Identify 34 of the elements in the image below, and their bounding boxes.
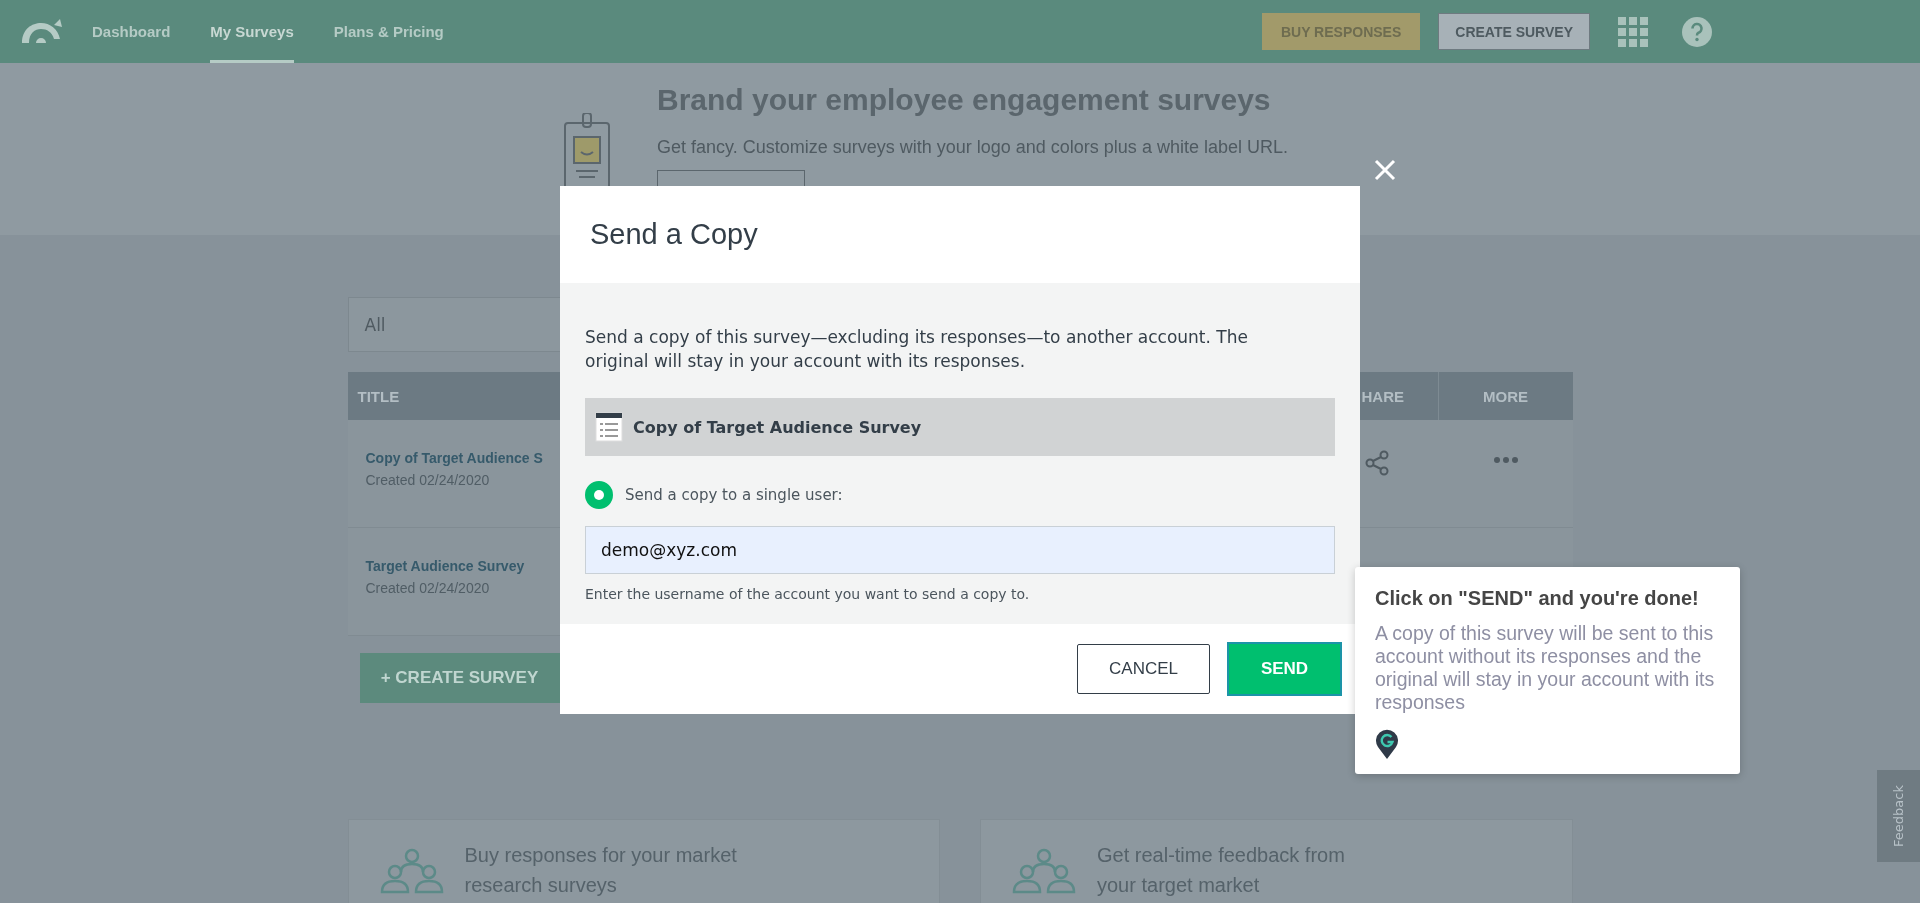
created-date: Created 02/24/2020: [365, 580, 490, 596]
survey-name: Copy of Target Audience Survey: [633, 417, 922, 437]
create-survey-button[interactable]: CREATE SURVEY: [1438, 13, 1590, 50]
promo-text: Buy responses for your market research surveys: [464, 843, 738, 898]
radio-button[interactable]: [585, 481, 613, 509]
send-button[interactable]: SEND: [1227, 642, 1342, 696]
tooltip-text: A copy of this survey will be sent to this account without its responses and the original will stay in your account with its responses: [1375, 622, 1716, 714]
column-header: MORE: [1483, 387, 1528, 405]
map-pin-icon: [1375, 728, 1399, 760]
nav-link[interactable]: Dashboard: [92, 0, 171, 63]
survey-list-icon: [595, 412, 623, 442]
field-hint: Enter the username of the account you want to send a copy to.: [585, 586, 1031, 602]
survey-title-link[interactable]: Copy of Target Audience S: [365, 450, 543, 466]
nav-link[interactable]: Plans & Pricing: [333, 0, 444, 63]
promo-text: Get real-time feedback from your target market: [1097, 843, 1346, 898]
created-date: Created 02/24/2020: [365, 472, 490, 488]
close-icon[interactable]: [1373, 158, 1397, 182]
email-input-field[interactable]: demo@xyz.com: [585, 526, 1335, 574]
feedback-tab[interactable]: Feedback: [1877, 770, 1920, 862]
people-icon: [1011, 848, 1077, 894]
column-header: TITLE: [357, 387, 400, 405]
more-options-icon[interactable]: [1492, 456, 1519, 464]
column-header: HARE: [1361, 387, 1404, 405]
radio-label: Send a copy to a single user:: [625, 486, 843, 504]
dialog-title: Send a Copy: [590, 218, 758, 251]
tooltip-title: Click on "SEND" and you're done!: [1375, 587, 1700, 610]
create-survey-button[interactable]: + CREATE SURVEY: [359, 653, 560, 703]
survey-title-link[interactable]: Target Audience Survey: [365, 558, 525, 574]
cancel-button[interactable]: CANCEL: [1077, 644, 1210, 694]
apps-grid-icon[interactable]: [1618, 16, 1648, 47]
people-icon: [378, 848, 445, 894]
banner-subtitle: Get fancy. Customize surveys with your logo and colors plus a white label URL.: [657, 137, 1288, 158]
help-icon[interactable]: [1682, 16, 1712, 47]
share-icon[interactable]: [1363, 450, 1390, 476]
